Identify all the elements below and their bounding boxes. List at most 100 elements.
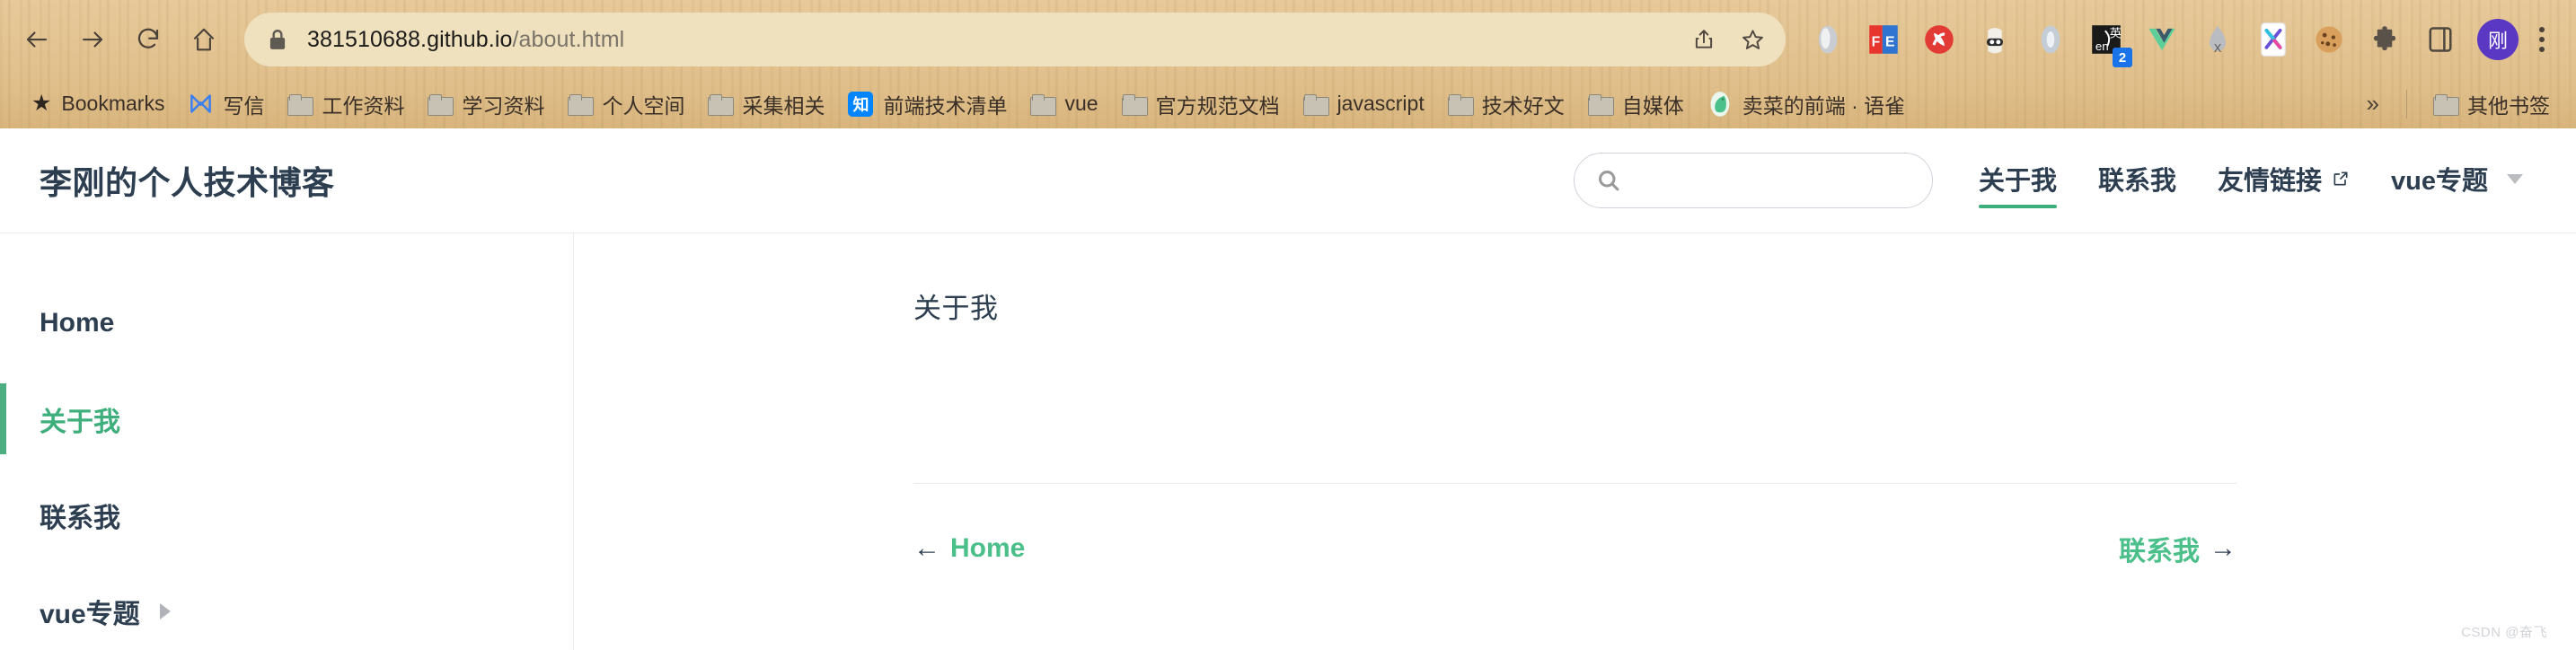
folder-icon: [708, 93, 735, 116]
sidebar-item-label: 联系我: [40, 503, 120, 533]
extension-adblock[interactable]: [1915, 15, 1963, 64]
site-title[interactable]: 李刚的个人技术博客: [40, 157, 335, 204]
share-icon[interactable]: [1680, 15, 1728, 64]
arrow-right-icon: →: [2210, 533, 2236, 563]
bookmark-label: 个人空间: [602, 93, 685, 118]
folder-icon: [1587, 93, 1614, 116]
extension-icons: FE 英 en 2 X: [1800, 15, 2468, 67]
url-host: 381510688.github.io: [307, 26, 513, 52]
extension-xmind[interactable]: [2249, 15, 2298, 64]
svg-text:F: F: [1872, 34, 1881, 49]
folder-icon: [1121, 93, 1148, 116]
bookmark-folder-media[interactable]: 自媒体: [1576, 84, 1696, 124]
bookmark-item-frontend-list[interactable]: 知 前端技术清单: [836, 84, 1019, 124]
bookmark-label: 前端技术清单: [883, 93, 1008, 118]
page-nav: ← Home 联系我 →: [913, 484, 2236, 568]
svg-text:en: en: [2095, 40, 2109, 53]
profile-avatar[interactable]: 刚: [2477, 19, 2519, 60]
bookmark-label: 技术好文: [1481, 93, 1565, 118]
page-nav-next-label: 联系我: [2119, 537, 2200, 567]
search-box[interactable]: [1573, 153, 1933, 208]
bookmark-folder-collection[interactable]: 采集相关: [696, 84, 836, 124]
lock-icon[interactable]: [268, 28, 287, 51]
extension-ring[interactable]: [2026, 15, 2075, 64]
bookmark-item-yuque[interactable]: 卖菜的前端 · 语雀: [1696, 84, 1917, 124]
folder-icon: [2433, 93, 2459, 116]
nav-label: 关于我: [1978, 167, 2057, 196]
bookmark-item-xinxin[interactable]: 写信: [176, 84, 276, 124]
search-input[interactable]: [1633, 167, 1910, 194]
bookmark-star-icon[interactable]: [1728, 15, 1777, 64]
kebab-menu-icon[interactable]: [2526, 27, 2558, 52]
extension-mercury[interactable]: [1804, 15, 1852, 64]
bookmark-label: javascript: [1337, 92, 1425, 115]
extension-x-tool[interactable]: X: [2193, 15, 2242, 64]
folder-icon: [1302, 93, 1329, 116]
bookmark-label: 采集相关: [742, 93, 825, 118]
extension-badge-count: 2: [2113, 48, 2132, 67]
sidebar-item-label: 关于我: [40, 407, 120, 437]
bookmark-folder-official-docs[interactable]: 官方规范文档: [1110, 84, 1292, 124]
svg-text:X: X: [2214, 41, 2222, 55]
sidebar-item-label: Home: [40, 307, 115, 338]
sidebar-item-vue-topic[interactable]: vue专题: [0, 563, 573, 650]
chevron-down-icon: [2507, 173, 2523, 184]
search-icon: [1596, 168, 1621, 193]
svg-text:E: E: [1885, 34, 1895, 49]
page-nav-prev-link[interactable]: ← Home: [913, 533, 1025, 564]
other-bookmarks-label: 其他书签: [2467, 93, 2550, 118]
address-bar-url[interactable]: 381510688.github.io/about.html: [307, 27, 1680, 53]
main-content: 关于我 ← Home 联系我 → CSDN @奋飞: [574, 233, 2576, 650]
side-panel-icon[interactable]: [2416, 15, 2465, 64]
folder-icon: [1030, 93, 1057, 116]
bookmarks-overflow-button[interactable]: »: [2354, 90, 2392, 118]
forward-button[interactable]: [65, 12, 120, 67]
bookmark-label: 自媒体: [1621, 93, 1684, 118]
bookmarks-label: Bookmarks: [61, 92, 165, 115]
bookmark-folder-personal[interactable]: 个人空间: [556, 84, 696, 124]
other-bookmarks-folder[interactable]: 其他书签: [2422, 84, 2562, 124]
nav-link-about[interactable]: 关于我: [1978, 153, 2057, 208]
sidebar-item-home[interactable]: Home: [0, 275, 573, 371]
bookmark-folder-tech-articles[interactable]: 技术好文: [1436, 84, 1576, 124]
nav-label: 联系我: [2097, 167, 2176, 196]
bookmarks-manager-button[interactable]: ★ Bookmarks: [20, 87, 176, 120]
reload-button[interactable]: [120, 12, 176, 67]
extension-vue-devtools[interactable]: [2138, 15, 2186, 64]
bookmark-folder-study[interactable]: 学习资料: [416, 84, 556, 124]
header-right: 关于我 联系我 友情链接 vue专题: [1573, 153, 2544, 208]
page-nav-next-link[interactable]: 联系我 →: [2119, 529, 2236, 568]
address-bar[interactable]: 381510688.github.io/about.html: [244, 13, 1786, 66]
sidebar-item-about[interactable]: 关于我: [0, 371, 573, 467]
browser-toolbar: 381510688.github.io/about.html FE 英 en 2…: [0, 0, 2576, 79]
arrow-left-icon: ←: [913, 533, 940, 563]
bookmarks-divider: [2406, 89, 2407, 119]
extensions-puzzle-icon[interactable]: [2360, 15, 2409, 64]
back-button[interactable]: [9, 12, 65, 67]
page-nav-prev-label: Home: [950, 533, 1026, 563]
extension-fe-helper[interactable]: FE: [1859, 15, 1908, 64]
sidebar-item-contact[interactable]: 联系我: [0, 467, 573, 563]
page-body: Home 关于我 联系我 vue专题 关于我 ← Home 联系我 → CSDN…: [0, 233, 2576, 650]
page-title: 关于我: [913, 293, 999, 324]
nav-link-friend-links[interactable]: 友情链接: [2218, 153, 2350, 208]
nav-link-contact[interactable]: 联系我: [2098, 153, 2176, 208]
star-filled-icon: ★: [31, 91, 52, 116]
extension-masked-figure[interactable]: [1971, 15, 2019, 64]
nav-label: 友情链接: [2218, 167, 2323, 196]
site-header: 李刚的个人技术博客 关于我 联系我 友情链接 vue专题: [0, 128, 2576, 233]
page-nav-wrap: ← Home 联系我 →: [574, 483, 2576, 568]
sidebar: Home 关于我 联系我 vue专题: [0, 233, 574, 650]
extension-translate-en[interactable]: 英 en 2: [2082, 15, 2132, 67]
bookmark-folder-vue[interactable]: vue: [1019, 87, 1109, 120]
nav-link-vue-topic[interactable]: vue专题: [2391, 153, 2523, 208]
extension-cookie[interactable]: [2305, 15, 2353, 64]
bookmark-folder-work[interactable]: 工作资料: [276, 84, 416, 124]
bookmarks-bar: ★ Bookmarks 写信 工作资料 学习资料 个人空间 采集相关 知 前端技…: [0, 79, 2576, 128]
bookmark-label: 写信: [223, 93, 265, 118]
bookmark-folder-javascript[interactable]: javascript: [1292, 87, 1436, 120]
sidebar-item-label: vue专题: [40, 599, 140, 629]
bookmark-label: 工作资料: [322, 93, 405, 118]
browser-chrome: 381510688.github.io/about.html FE 英 en 2…: [0, 0, 2576, 128]
home-button[interactable]: [176, 12, 232, 67]
